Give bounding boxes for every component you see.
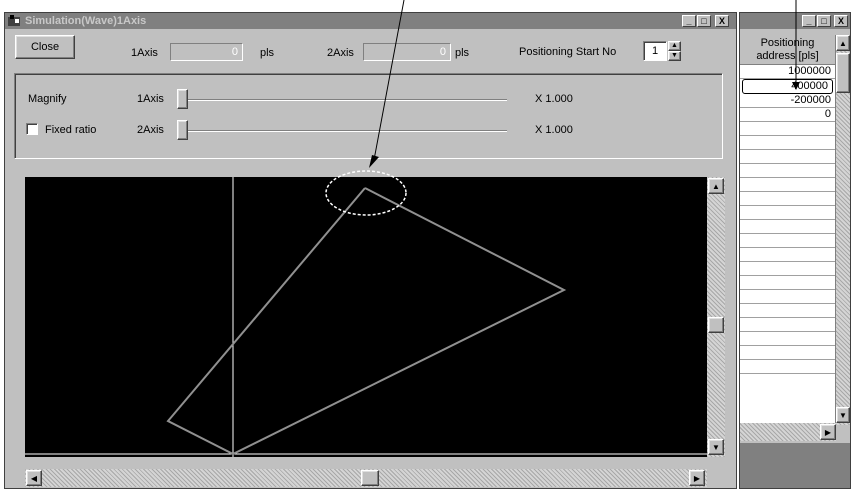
maximize-button[interactable]: □ [697,15,711,27]
address-row[interactable] [740,164,835,178]
address-row[interactable] [740,220,835,234]
highlight-ellipse [325,170,407,216]
axis2-current-value: 0 [363,43,451,61]
address-row[interactable] [740,136,835,150]
scroll-right-button[interactable]: ▶ [689,470,705,486]
magnify-axis1-track [177,99,507,101]
side-close-button[interactable]: X [834,15,848,27]
magnify-axis2-slider[interactable] [177,120,188,140]
address-row[interactable] [740,262,835,276]
header-line-1: Positioning [760,37,815,49]
address-table: Positioning address [pls] 1000000 400000-… [740,35,836,441]
axis1-unit: pls [260,47,275,59]
fixed-ratio-checkbox[interactable] [26,123,38,135]
scrollbar-corner [707,469,725,487]
scroll-left-button[interactable]: ◀ [26,470,42,486]
table-scroll-down[interactable]: ▼ [836,407,850,423]
magnify-axis1-label: 1Axis [137,93,164,105]
side-maximize-button[interactable]: □ [817,15,831,27]
close-button[interactable]: Close [15,35,75,59]
fixed-ratio-label: Fixed ratio [45,124,97,136]
address-row[interactable]: 0 [740,108,835,122]
header-line-2: address [pls] [756,50,819,62]
vertical-scroll-thumb[interactable] [708,317,724,333]
close-window-button[interactable]: X [715,15,729,27]
magnify-axis1-scale: X 1.000 [535,93,573,105]
scroll-up-button[interactable]: ▲ [708,178,724,194]
simulation-window: Simulation(Wave)1Axis _ □ X Close 1Axis … [4,12,737,489]
address-row[interactable] [740,178,835,192]
magnify-axis2-scale: X 1.000 [535,124,573,136]
start-no-input[interactable]: 1 [643,41,667,61]
app-icon [7,14,21,28]
side-window-title-bar[interactable]: _ □ X [740,13,850,29]
address-column-header[interactable]: Positioning address [pls] [740,35,835,65]
start-no-spin-down[interactable]: ▼ [668,51,681,61]
side-window-bottom-panel [740,443,850,488]
magnify-label: Magnify [28,93,67,105]
magnify-axis1-slider[interactable] [177,89,188,109]
start-no-spin-up[interactable]: ▲ [668,41,681,51]
address-row[interactable] [740,290,835,304]
plot-horizontal-scrollbar[interactable]: ◀ ▶ [25,469,707,487]
address-row[interactable] [740,346,835,360]
address-row[interactable] [740,234,835,248]
address-row[interactable] [740,192,835,206]
address-row[interactable] [740,150,835,164]
axis1-current-label: 1Axis [131,47,158,59]
axis1-current-value: 0 [170,43,243,61]
table-scroll-right[interactable]: ▶ [820,424,836,440]
table-vertical-scrollbar[interactable]: ▲ ▼ [836,35,850,425]
address-row[interactable] [740,332,835,346]
positioning-data-window: _ □ X Positioning address [pls] 1000000 4… [739,12,851,489]
table-horizontal-scrollbar[interactable]: ▶ [740,423,836,441]
scroll-down-button[interactable]: ▼ [708,439,724,455]
locus-trace [166,187,567,456]
address-row[interactable] [740,318,835,332]
start-no-label: Positioning Start No [519,46,617,58]
address-row[interactable] [740,122,835,136]
side-minimize-button[interactable]: _ [802,15,816,27]
address-row[interactable] [740,206,835,220]
magnify-axis2-label: 2Axis [137,124,164,136]
window-title-bar[interactable]: Simulation(Wave)1Axis _ □ X [5,13,736,29]
magnify-axis2-track [177,130,507,132]
address-row[interactable] [740,276,835,290]
address-row[interactable]: -200000 [740,94,835,108]
minimize-button[interactable]: _ [682,15,696,27]
address-row[interactable] [740,360,835,374]
address-row[interactable]: 1000000 [740,65,835,79]
address-row[interactable] [740,248,835,262]
horizontal-scroll-thumb[interactable] [361,470,379,486]
window-title: Simulation(Wave)1Axis [25,15,147,27]
address-rows: 1000000 400000 -200000 0 [740,65,835,374]
address-row[interactable]: 400000 [742,79,833,94]
table-scroll-up[interactable]: ▲ [836,35,850,51]
table-scroll-thumb[interactable] [836,53,850,93]
magnify-group [14,73,723,159]
axis2-current-label: 2Axis [327,47,354,59]
axis2-unit: pls [455,47,470,59]
plot-vertical-scrollbar[interactable]: ▲ ▼ [707,177,725,457]
address-row[interactable] [740,304,835,318]
